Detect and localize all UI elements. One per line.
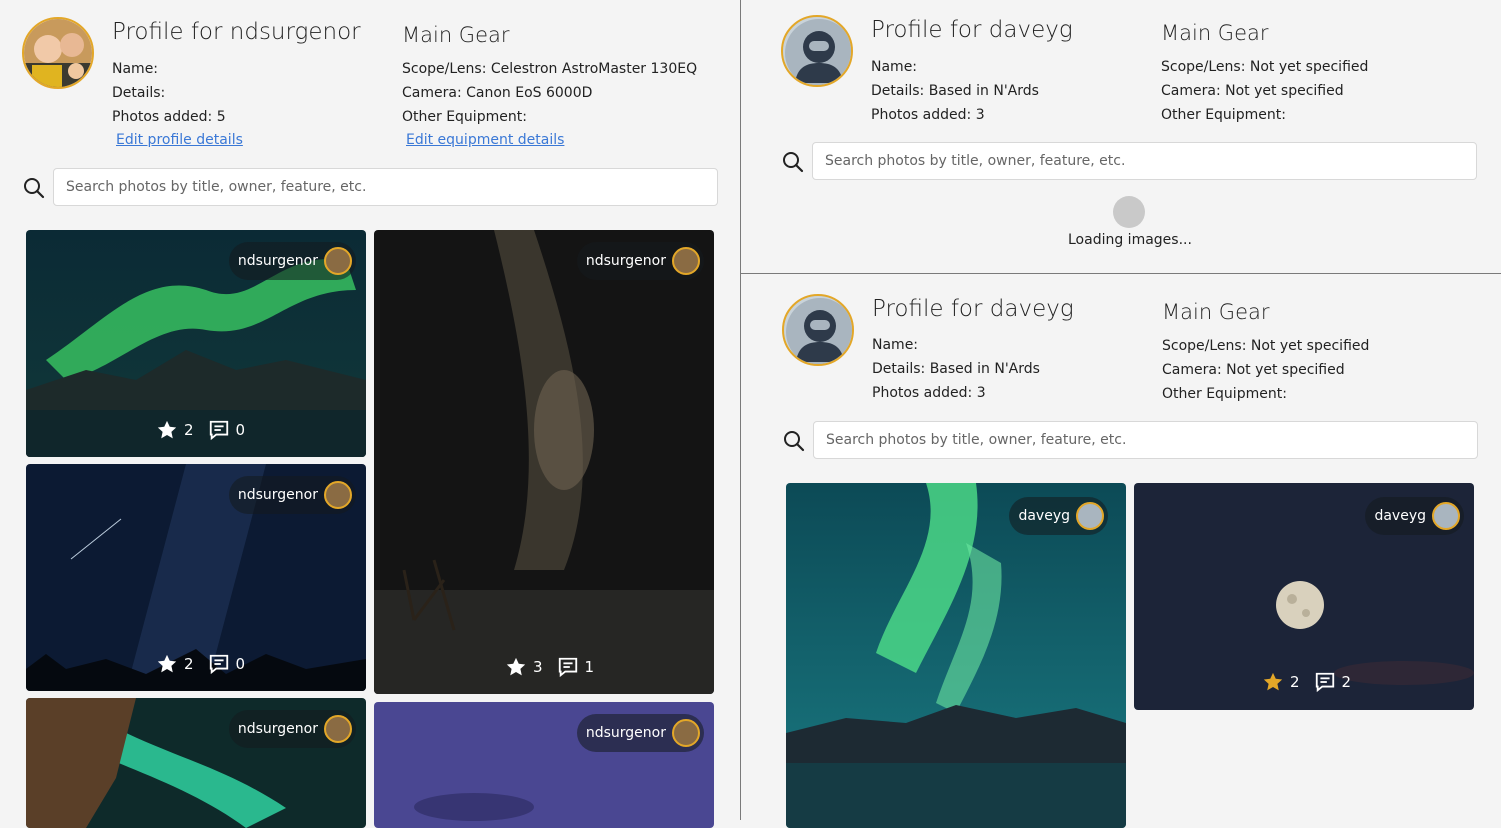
owner-badge[interactable]: ndsurgenor — [228, 242, 356, 280]
owner-badge[interactable]: daveyg — [1009, 497, 1108, 535]
owner-avatar — [324, 481, 352, 509]
owner-avatar — [672, 247, 700, 275]
search-icon[interactable] — [782, 151, 804, 173]
star-count: 2 — [184, 655, 194, 673]
comment-icon[interactable] — [557, 656, 579, 678]
owner-name: ndsurgenor — [237, 721, 318, 737]
owner-name: daveyg — [1018, 508, 1070, 524]
gear-scope: Scope/Lens: Not yet specified — [1162, 338, 1370, 354]
photo-card[interactable]: ndsurgenor 2 0 — [26, 230, 366, 457]
photo-card[interactable]: ndsurgenor — [374, 702, 714, 828]
owner-name: ndsurgenor — [237, 253, 318, 269]
main-gear-title: Main Gear — [1161, 21, 1269, 45]
profile-avatar — [22, 17, 94, 89]
photo-card[interactable]: ndsurgenor — [26, 698, 366, 828]
owner-avatar — [324, 715, 352, 743]
photo-stats: 2 0 — [156, 419, 245, 441]
photo-card[interactable]: ndsurgenor 3 1 — [374, 230, 714, 694]
comment-count: 1 — [584, 658, 595, 676]
photo-stats: 2 0 — [156, 653, 245, 675]
gear-scope: Scope/Lens: Not yet specified — [1161, 59, 1369, 75]
profile-title: Profile for ndsurgenor — [112, 19, 361, 45]
profile-details: Details: — [112, 85, 166, 101]
gear-other: Other Equipment: — [1162, 386, 1287, 402]
panel-divider-horizontal — [741, 273, 1501, 274]
profile-avatar — [781, 15, 853, 87]
owner-badge[interactable]: ndsurgenor — [228, 476, 356, 514]
gear-camera: Camera: Canon EoS 6000D — [402, 85, 593, 101]
owner-name: ndsurgenor — [237, 487, 318, 503]
owner-badge[interactable]: ndsurgenor — [576, 242, 704, 280]
owner-avatar — [1432, 502, 1460, 530]
edit-equipment-link[interactable]: Edit equipment details — [406, 132, 564, 148]
astronaut-avatar-icon — [786, 298, 852, 364]
profile-photos-added: Photos added: 3 — [871, 107, 985, 123]
photo-card[interactable]: daveyg 2 2 — [1134, 483, 1474, 710]
star-count: 3 — [533, 658, 543, 676]
owner-avatar — [672, 719, 700, 747]
owner-avatar — [1076, 502, 1104, 530]
photo-card[interactable]: ndsurgenor 2 0 — [26, 464, 366, 691]
search-input[interactable] — [813, 421, 1478, 459]
loading-text: Loading images... — [1068, 232, 1192, 248]
profile-details: Details: Based in N'Ards — [871, 83, 1039, 99]
comment-icon[interactable] — [1314, 671, 1336, 693]
main-gear-title: Main Gear — [1162, 300, 1270, 324]
edit-profile-link[interactable]: Edit profile details — [116, 132, 243, 148]
owner-name: daveyg — [1374, 508, 1426, 524]
gear-scope: Scope/Lens: Celestron AstroMaster 130EQ — [402, 61, 698, 77]
owner-badge[interactable]: daveyg — [1365, 497, 1464, 535]
photo-card[interactable]: daveyg — [786, 483, 1126, 828]
star-count: 2 — [1290, 673, 1300, 691]
comment-icon[interactable] — [208, 653, 230, 675]
profile-avatar — [782, 294, 854, 366]
star-count: 2 — [184, 421, 194, 439]
gear-other: Other Equipment: — [402, 109, 527, 125]
loading-spinner — [1113, 196, 1145, 228]
main-gear-title: Main Gear — [402, 23, 510, 47]
profile-photos-added: Photos added: 3 — [872, 385, 986, 401]
owner-badge[interactable]: ndsurgenor — [228, 710, 356, 748]
comment-count: 2 — [1341, 673, 1352, 691]
profile-name: Name: — [871, 59, 918, 75]
profile-details: Details: Based in N'Ards — [872, 361, 1040, 377]
search-icon[interactable] — [783, 430, 805, 452]
owner-name: ndsurgenor — [585, 253, 666, 269]
gear-other: Other Equipment: — [1161, 107, 1286, 123]
star-icon[interactable] — [505, 656, 527, 678]
astronaut-avatar-icon — [785, 19, 851, 85]
owner-avatar — [324, 247, 352, 275]
profile-name: Name: — [872, 337, 919, 353]
profile-name: Name: — [112, 61, 159, 77]
photo-stats: 2 2 — [1262, 671, 1351, 693]
comment-icon[interactable] — [208, 419, 230, 441]
gear-camera: Camera: Not yet specified — [1161, 83, 1344, 99]
profile-photos-added: Photos added: 5 — [112, 109, 226, 125]
search-input[interactable] — [812, 142, 1477, 180]
search-icon[interactable] — [23, 177, 45, 199]
star-icon[interactable] — [1262, 671, 1284, 693]
search-input[interactable] — [53, 168, 718, 206]
photo-stats: 3 1 — [505, 656, 594, 678]
profile-title: Profile for daveyg — [871, 17, 1073, 43]
panel-divider-vertical — [740, 0, 741, 820]
star-icon[interactable] — [156, 653, 178, 675]
comment-count: 0 — [235, 655, 246, 673]
profile-title: Profile for daveyg — [872, 296, 1074, 322]
gear-camera: Camera: Not yet specified — [1162, 362, 1345, 378]
comment-count: 0 — [235, 421, 246, 439]
star-icon[interactable] — [156, 419, 178, 441]
owner-badge[interactable]: ndsurgenor — [576, 714, 704, 752]
owner-name: ndsurgenor — [585, 725, 666, 741]
